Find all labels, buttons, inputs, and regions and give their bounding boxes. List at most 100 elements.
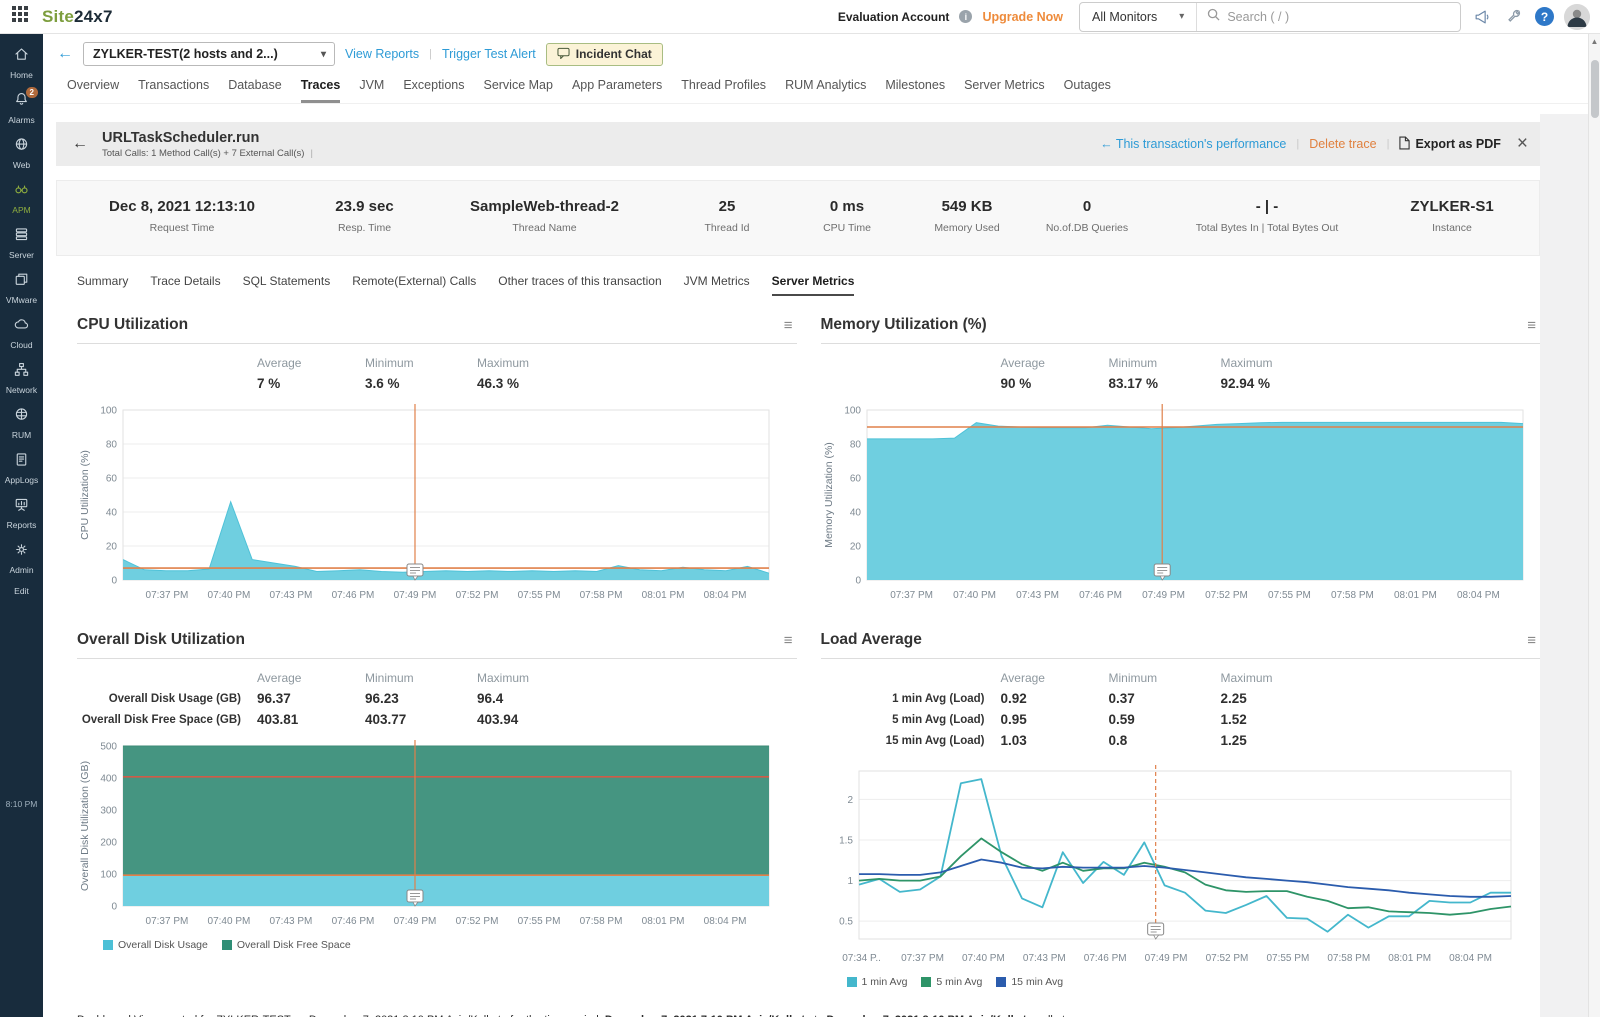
svg-text:1: 1 (847, 876, 853, 887)
sidebar-item-web[interactable]: Web (0, 130, 43, 175)
help-icon[interactable]: ? (1535, 7, 1554, 26)
rum-icon (13, 406, 30, 428)
user-avatar[interactable] (1564, 3, 1590, 30)
svg-text:40: 40 (106, 508, 118, 519)
sidebar-item-vmware[interactable]: VMware (0, 265, 43, 310)
stats-row-overall-disk-free-space-gb: Overall Disk Free Space (GB) 403.81 403.77… (81, 712, 519, 727)
close-icon[interactable]: × (1517, 133, 1528, 155)
sidebar-item-alarms[interactable]: Alarms 2 (0, 85, 43, 130)
stats-row-5-min-avg-load: 5 min Avg (Load) 0.95 0.59 1.52 (892, 712, 1247, 727)
summary-metric-thread-name: SampleWeb-thread-2 Thread Name (470, 198, 619, 234)
tools-wrench-icon[interactable] (1503, 6, 1525, 28)
summary-metric-total-bytes-in-total-bytes-out: - | - Total Bytes In | Total Bytes Out (1195, 198, 1339, 234)
chart-menu-icon[interactable]: ≡ (784, 317, 793, 334)
stats-row-15-min-avg-load: 15 min Avg (Load) 1.03 0.8 1.25 (885, 733, 1247, 748)
cpu-utilization-chart[interactable]: 0 20 40 60 80 100 07:37 PM 07:40 PM 07:43 PM 07:4… (77, 400, 797, 611)
tab-thread-profiles[interactable]: Thread Profiles (681, 78, 766, 103)
subtab-server-metrics[interactable]: Server Metrics (771, 274, 855, 296)
all-monitors-dropdown[interactable]: All Monitors ▾ (1080, 2, 1198, 31)
tab-jvm[interactable]: JVM (359, 78, 384, 103)
tab-traces[interactable]: Traces (300, 78, 341, 103)
load-average-chart[interactable]: 0.5 1 1.5 2 07:34 P.. 07:37 PM 07:40 PM 07:43 P… (821, 757, 1541, 974)
svg-text:08:04 PM: 08:04 PM (1449, 953, 1492, 964)
svg-text:07:37 PM: 07:37 PM (146, 916, 189, 927)
sidebar: Home Alarms 2 Web APM Server VMware Clou… (0, 34, 43, 1017)
summary-metric-thread-id: 25 Thread Id (704, 198, 750, 234)
sidebar-item-reports[interactable]: Reports (0, 490, 43, 535)
site24x7-logo[interactable]: Site24x7 (42, 7, 113, 27)
incident-chat-button[interactable]: Incident Chat (545, 42, 663, 66)
svg-text:07:49 PM: 07:49 PM (1144, 953, 1187, 964)
tab-database[interactable]: Database (228, 78, 282, 103)
tab-server-metrics[interactable]: Server Metrics (964, 78, 1045, 103)
tab-service-map[interactable]: Service Map (483, 78, 552, 103)
svg-text:500: 500 (100, 742, 117, 753)
svg-text:08:01 PM: 08:01 PM (1388, 953, 1431, 964)
chat-icon (557, 47, 570, 62)
vertical-scrollbar[interactable]: ▲ (1588, 34, 1600, 1017)
chart-menu-icon[interactable]: ≡ (1527, 317, 1536, 334)
sidebar-item-admin[interactable]: Admin (0, 535, 43, 580)
scrollbar-thumb[interactable] (1591, 60, 1599, 118)
svg-text:07:58 PM: 07:58 PM (580, 590, 623, 601)
sidebar-item-server[interactable]: Server (0, 220, 43, 265)
tab-exceptions[interactable]: Exceptions (403, 78, 464, 103)
chart-menu-icon[interactable]: ≡ (784, 632, 793, 649)
subtab-trace-details[interactable]: Trace Details (150, 274, 220, 296)
sidebar-item-home[interactable]: Home (0, 40, 43, 85)
stats-row-overall-disk-usage-gb: Overall Disk Usage (GB) 96.37 96.23 96.4 (108, 691, 504, 706)
subtab-jvm-metrics[interactable]: JVM Metrics (684, 274, 750, 296)
svg-text:08:01 PM: 08:01 PM (642, 590, 685, 601)
tab-transactions[interactable]: Transactions (138, 78, 209, 103)
back-arrow-icon[interactable]: ← (72, 135, 88, 153)
svg-text:07:40 PM: 07:40 PM (208, 590, 251, 601)
monitor-select[interactable]: ZYLKER-TEST(2 hosts and 2...) ▾ (83, 42, 335, 66)
svg-text:100: 100 (100, 406, 117, 417)
panel-disk-utilization: Overall Disk Utilization ≡ Average Minimum… (77, 621, 797, 988)
trace-title: URLTaskScheduler.run (102, 129, 260, 146)
panel-title: CPU Utilization (77, 316, 189, 333)
sidebar-item-rum[interactable]: RUM (0, 400, 43, 445)
chart-menu-icon[interactable]: ≡ (1527, 632, 1536, 649)
svg-text:07:46 PM: 07:46 PM (332, 590, 375, 601)
back-arrow-icon[interactable]: ← (57, 45, 73, 63)
delete-trace-link[interactable]: Delete trace (1309, 137, 1376, 151)
svg-text:08:04 PM: 08:04 PM (704, 916, 747, 927)
svg-text:07:58 PM: 07:58 PM (1327, 953, 1370, 964)
search-input[interactable] (1227, 9, 1428, 24)
sidebar-item-apm[interactable]: APM (0, 175, 43, 220)
view-reports-link[interactable]: View Reports (345, 47, 419, 61)
legend-item-overall-disk-free-space: Overall Disk Free Space (221, 939, 351, 951)
info-icon[interactable]: i (959, 10, 973, 23)
sidebar-item-network[interactable]: Network (0, 355, 43, 400)
network-icon (13, 361, 30, 383)
monitor-search-control: All Monitors ▾ (1079, 1, 1461, 32)
apps-grid-icon[interactable] (12, 6, 28, 27)
subtab-sql-statements[interactable]: SQL Statements (243, 274, 331, 296)
memory-utilization-chart[interactable]: 0 20 40 60 80 100 07:37 PM 07:40 PM 07:43 PM 07:4… (821, 400, 1541, 611)
stats-row-0: 90 % 83.17 % 92.94 % (1000, 376, 1271, 391)
pdf-document-icon (1399, 135, 1411, 153)
disk-utilization-chart[interactable]: 0 100 200 300 400 500 07:37 PM 07:40 PM 07:43 PM… (77, 736, 797, 937)
sidebar-item-edit[interactable]: Edit (0, 580, 43, 601)
announcements-icon[interactable] (1471, 6, 1493, 28)
vmware-icon (13, 271, 30, 293)
subtab-remote-external-calls[interactable]: Remote(External) Calls (352, 274, 476, 296)
export-pdf-link[interactable]: Export as PDF (1399, 135, 1501, 153)
sidebar-item-cloud[interactable]: Cloud (0, 310, 43, 355)
tab-outages[interactable]: Outages (1064, 78, 1111, 103)
tab-app-parameters[interactable]: App Parameters (572, 78, 662, 103)
trace-summary-bar: Dec 8, 2021 12:13:10 Request Time 23.9 s… (56, 180, 1540, 256)
tab-rum-analytics[interactable]: RUM Analytics (785, 78, 866, 103)
svg-text:07:43 PM: 07:43 PM (1016, 590, 1059, 601)
subtab-other-traces-of-this-transaction[interactable]: Other traces of this transaction (498, 274, 661, 296)
upgrade-now-link[interactable]: Upgrade Now (982, 10, 1063, 24)
tab-milestones[interactable]: Milestones (885, 78, 945, 103)
sidebar-item-applogs[interactable]: AppLogs (0, 445, 43, 490)
tab-overview[interactable]: Overview (67, 78, 119, 103)
subtab-summary[interactable]: Summary (77, 274, 128, 296)
transaction-performance-link[interactable]: ← This transaction's performance (1100, 137, 1286, 151)
scroll-up-icon[interactable]: ▲ (1589, 34, 1600, 46)
trigger-test-alert-link[interactable]: Trigger Test Alert (442, 47, 536, 61)
account-type-label: Evaluation Account (837, 9, 950, 24)
